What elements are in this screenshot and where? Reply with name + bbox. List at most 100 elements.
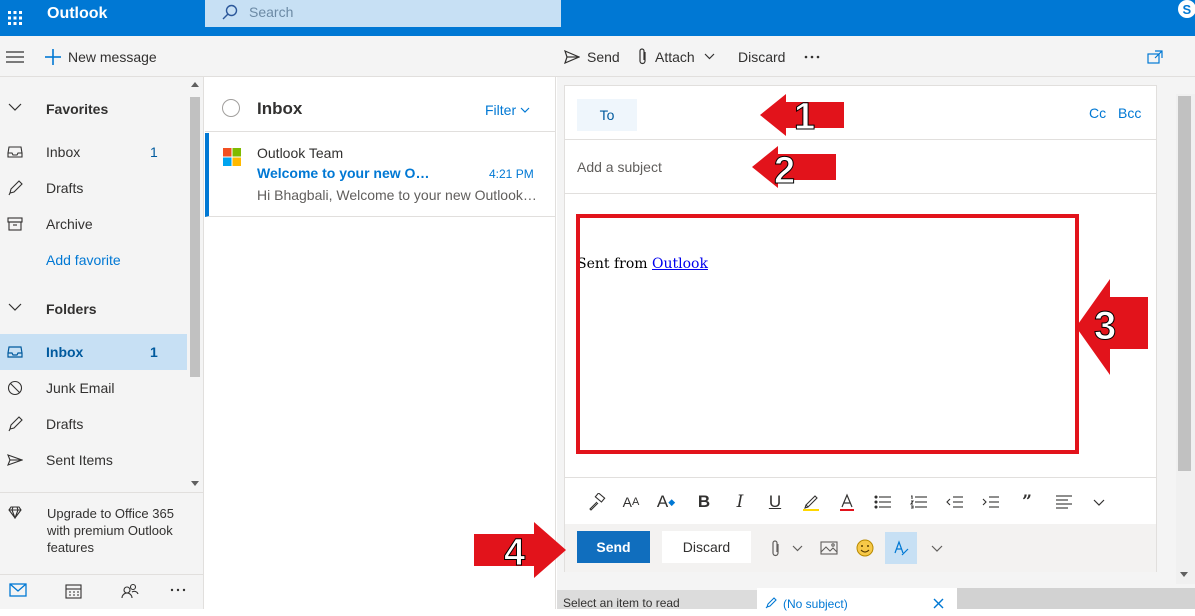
sidebar-item-favorites-inbox[interactable]: Inbox 1: [0, 134, 187, 170]
send-command-button[interactable]: Send: [564, 36, 620, 77]
cc-button[interactable]: Cc: [1089, 105, 1106, 121]
scrollbar-thumb[interactable]: [1178, 96, 1191, 471]
select-all-checkbox[interactable]: [222, 99, 240, 117]
chevron-down-icon: [704, 53, 715, 60]
bullet-list-icon[interactable]: [873, 492, 893, 512]
draft-tab[interactable]: (No subject): [757, 588, 957, 611]
send-button[interactable]: Send: [577, 531, 650, 563]
hamburger-menu-icon[interactable]: [6, 36, 24, 77]
top-bar: Outlook Search S: [0, 0, 1195, 36]
command-bar: New message Send Attach Discard: [0, 36, 1195, 77]
italic-icon[interactable]: I: [730, 492, 750, 512]
calendar-icon[interactable]: [65, 583, 85, 603]
chevron-down-icon: [8, 103, 22, 111]
skype-icon[interactable]: S: [1174, 0, 1195, 22]
folder-title: Inbox: [257, 99, 303, 118]
chevron-down-icon[interactable]: [787, 538, 807, 558]
search-placeholder: Search: [249, 4, 294, 20]
new-message-label: New message: [68, 48, 157, 65]
inbox-icon: [7, 346, 23, 358]
people-icon[interactable]: [121, 583, 141, 603]
annotation-label-3: 3: [1094, 304, 1116, 348]
folders-header[interactable]: Folders: [0, 291, 187, 327]
attach-command-button[interactable]: Attach: [638, 36, 715, 77]
highlight-icon[interactable]: [801, 492, 821, 512]
sidebar-item-label: Inbox: [46, 344, 84, 360]
message-preview: Hi Bhagbali, Welcome to your new Outlook…: [257, 187, 537, 203]
sidebar-item-favorites-drafts[interactable]: Drafts: [0, 170, 187, 206]
favorites-header[interactable]: Favorites: [0, 91, 187, 127]
scrollbar-thumb[interactable]: [190, 97, 200, 377]
sidebar-item-label: Drafts: [46, 416, 84, 432]
send-icon: [564, 49, 580, 64]
new-message-button[interactable]: New message: [45, 36, 157, 77]
filter-button[interactable]: Filter: [485, 102, 530, 118]
more-formatting-chevron-icon[interactable]: [1089, 492, 1109, 512]
more-actions-chevron-icon[interactable]: [927, 538, 947, 558]
more-options-icon[interactable]: [804, 36, 820, 77]
sidebar-item-favorites-archive[interactable]: Archive: [0, 206, 187, 242]
unread-count: 1: [150, 344, 158, 360]
underline-icon[interactable]: U: [765, 492, 785, 512]
discard-button[interactable]: Discard: [662, 531, 751, 563]
add-favorite-link[interactable]: Add favorite: [0, 242, 187, 278]
compose-scrollbar[interactable]: [1176, 94, 1195, 584]
compose-action-bar: Send Discard: [565, 524, 1156, 572]
discard-command-label: Discard: [738, 48, 786, 65]
sidebar-item-label: Archive: [46, 216, 93, 232]
unread-count: 1: [150, 144, 158, 160]
quote-icon[interactable]: ”: [1017, 492, 1037, 512]
editor-icon[interactable]: [885, 532, 917, 564]
sidebar-item-label: Inbox: [46, 144, 81, 160]
sidebar-item-junk-email[interactable]: Junk Email: [0, 370, 187, 406]
search-icon: [222, 4, 238, 20]
discard-command-button[interactable]: Discard: [738, 36, 785, 77]
chevron-down-icon: [8, 303, 22, 311]
align-icon[interactable]: [1054, 492, 1074, 512]
message-subject: Welcome to your new Out...: [257, 165, 437, 181]
sidebar-item-sent-items[interactable]: Sent Items: [0, 442, 187, 478]
diamond-icon: [8, 506, 22, 519]
message-list-item[interactable]: Outlook Team Welcome to your new Out... …: [205, 133, 555, 217]
bottom-tab-strip: [957, 588, 1195, 609]
formatting-toolbar: AA A ◆ B I U ”: [565, 477, 1156, 524]
attach-icon[interactable]: [766, 538, 786, 558]
font-color-icon[interactable]: [837, 492, 857, 512]
pencil-icon: [8, 180, 23, 196]
decrease-indent-icon[interactable]: [945, 492, 965, 512]
font-size-icon[interactable]: AA: [621, 492, 641, 512]
app-title[interactable]: Outlook: [47, 0, 107, 36]
subject-input[interactable]: [577, 153, 1137, 181]
archive-icon: [7, 217, 23, 231]
annotation-label-1: 1: [794, 96, 815, 136]
search-box[interactable]: Search: [205, 0, 561, 27]
favorites-label: Favorites: [46, 101, 109, 117]
svg-text:S: S: [1183, 2, 1192, 17]
more-apps-icon[interactable]: [170, 583, 190, 603]
send-icon: [7, 454, 23, 466]
pop-out-icon[interactable]: [1147, 36, 1163, 77]
sidebar-item-drafts[interactable]: Drafts: [0, 406, 187, 442]
subject-row: [565, 141, 1156, 194]
emoji-icon[interactable]: [855, 538, 875, 558]
block-icon: [7, 380, 23, 396]
text-effects-icon[interactable]: A ◆: [656, 492, 676, 512]
message-list-header: Inbox Filter: [205, 77, 555, 132]
to-button[interactable]: To: [577, 99, 637, 131]
attach-command-label: Attach: [655, 48, 695, 65]
upgrade-banner[interactable]: Upgrade to Office 365 with premium Outlo…: [0, 492, 203, 572]
format-painter-icon[interactable]: [587, 492, 607, 512]
insert-picture-icon[interactable]: [819, 538, 839, 558]
mail-icon[interactable]: [9, 583, 29, 603]
app-launcher-icon[interactable]: [0, 0, 30, 36]
reading-pane-tab[interactable]: Select an item to read: [557, 590, 757, 610]
sidebar-scrollbar[interactable]: [187, 77, 203, 490]
bold-icon[interactable]: B: [694, 492, 714, 512]
numbered-list-icon[interactable]: [909, 492, 929, 512]
inbox-icon: [7, 146, 23, 158]
bcc-button[interactable]: Bcc: [1118, 105, 1141, 121]
increase-indent-icon[interactable]: [981, 492, 1001, 512]
sidebar-item-inbox[interactable]: Inbox 1: [0, 334, 187, 370]
close-icon[interactable]: [933, 598, 944, 609]
sidebar-item-label: Sent Items: [46, 452, 113, 468]
